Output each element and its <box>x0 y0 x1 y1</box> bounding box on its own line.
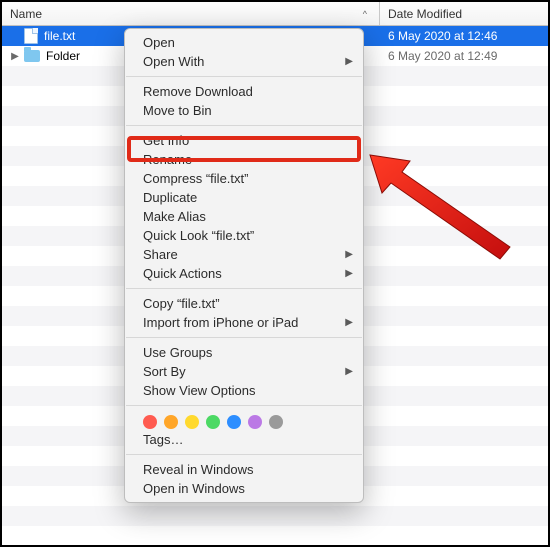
menu-open-in-windows[interactable]: Open in Windows <box>125 479 363 498</box>
finder-window: Name ^ Date Modified file.txt 6 May 2020… <box>0 0 550 547</box>
separator <box>126 337 362 338</box>
column-name-label: Name <box>10 7 42 21</box>
column-date-modified[interactable]: Date Modified <box>380 2 548 25</box>
separator <box>126 454 362 455</box>
menu-tags[interactable]: Tags… <box>125 430 363 449</box>
chevron-right-icon: ▶ <box>345 366 353 377</box>
menu-reveal-in-windows[interactable]: Reveal in Windows <box>125 460 363 479</box>
tag-dot-red[interactable] <box>143 415 157 429</box>
tag-dot-blue[interactable] <box>227 415 241 429</box>
menu-remove-download[interactable]: Remove Download <box>125 82 363 101</box>
column-name[interactable]: Name ^ <box>2 2 380 25</box>
chevron-right-icon: ▶ <box>345 249 353 260</box>
tag-dot-yellow[interactable] <box>185 415 199 429</box>
tag-dot-green[interactable] <box>206 415 220 429</box>
menu-get-info[interactable]: Get Info <box>125 131 363 150</box>
separator <box>126 125 362 126</box>
chevron-right-icon: ▶ <box>345 317 353 328</box>
separator <box>126 76 362 77</box>
table-row <box>2 526 548 546</box>
menu-share[interactable]: Share▶ <box>125 245 363 264</box>
menu-compress[interactable]: Compress “file.txt” <box>125 169 363 188</box>
column-date-label: Date Modified <box>388 7 462 21</box>
menu-use-groups[interactable]: Use Groups <box>125 343 363 362</box>
menu-copy[interactable]: Copy “file.txt” <box>125 294 363 313</box>
context-menu: Open Open With▶ Remove Download Move to … <box>124 28 364 503</box>
separator <box>126 405 362 406</box>
chevron-right-icon: ▶ <box>345 268 353 279</box>
file-icon <box>24 28 38 44</box>
menu-duplicate[interactable]: Duplicate <box>125 188 363 207</box>
separator <box>126 288 362 289</box>
column-header: Name ^ Date Modified <box>2 2 548 26</box>
menu-move-to-bin[interactable]: Move to Bin <box>125 101 363 120</box>
menu-quick-look[interactable]: Quick Look “file.txt” <box>125 226 363 245</box>
folder-date: 6 May 2020 at 12:49 <box>388 49 497 63</box>
file-date: 6 May 2020 at 12:46 <box>388 29 497 43</box>
file-name: file.txt <box>44 29 75 43</box>
folder-name: Folder <box>46 49 80 63</box>
folder-icon <box>24 50 40 62</box>
menu-quick-actions[interactable]: Quick Actions▶ <box>125 264 363 283</box>
sort-ascending-icon: ^ <box>363 9 367 19</box>
menu-make-alias[interactable]: Make Alias <box>125 207 363 226</box>
menu-open-with[interactable]: Open With▶ <box>125 52 363 71</box>
tag-dot-gray[interactable] <box>269 415 283 429</box>
disclosure-triangle-icon[interactable]: ▶ <box>10 51 20 62</box>
menu-tag-colors <box>125 411 363 430</box>
table-row <box>2 506 548 526</box>
menu-import[interactable]: Import from iPhone or iPad▶ <box>125 313 363 332</box>
menu-show-view-options[interactable]: Show View Options <box>125 381 363 400</box>
menu-sort-by[interactable]: Sort By▶ <box>125 362 363 381</box>
chevron-right-icon: ▶ <box>345 56 353 67</box>
tag-dot-purple[interactable] <box>248 415 262 429</box>
menu-open[interactable]: Open <box>125 33 363 52</box>
tag-dot-orange[interactable] <box>164 415 178 429</box>
menu-rename[interactable]: Rename <box>125 150 363 169</box>
